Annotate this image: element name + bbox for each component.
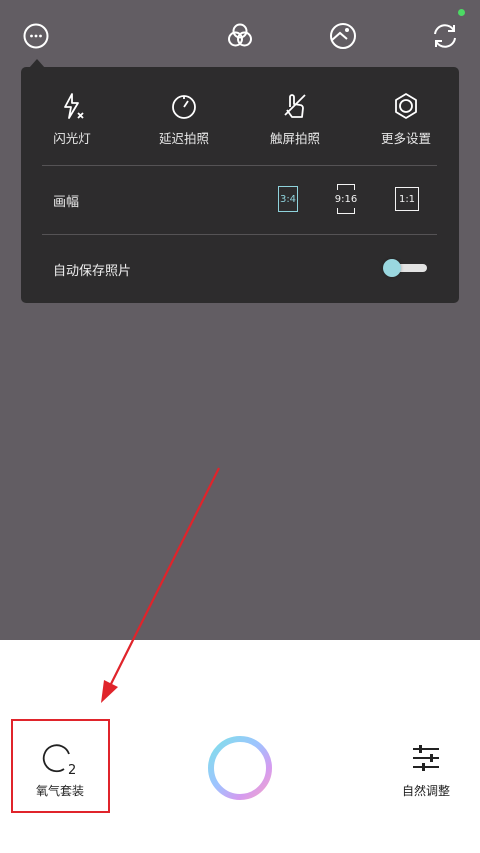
switch-camera-button[interactable]: [427, 18, 463, 54]
touch-shoot-label: 触屏拍照: [269, 131, 320, 146]
highlight-box: [11, 719, 110, 813]
timer-label: 延迟拍照: [158, 131, 209, 146]
settings-icon: [395, 93, 417, 119]
status-dot: [458, 9, 465, 16]
shutter-button[interactable]: [204, 732, 276, 804]
filter-icon: [228, 23, 252, 47]
more-settings-option[interactable]: 更多设置: [361, 91, 451, 147]
autosave-label: 自动保存照片: [53, 264, 132, 279]
divider: [42, 165, 437, 166]
switch-camera-icon: [434, 24, 456, 48]
filter-button[interactable]: [222, 18, 258, 54]
shutter-ring-icon: [208, 736, 272, 800]
adjust-icon: [330, 23, 356, 49]
settings-panel: 闪光灯 延迟拍照 触屏拍照 更多设置 画幅 3:4 9:16 1:1 自动保存照…: [21, 67, 459, 303]
adjust-button[interactable]: [325, 18, 361, 54]
divider: [42, 234, 437, 235]
touch-shoot-option[interactable]: 触屏拍照: [250, 91, 340, 147]
more-options-button[interactable]: [18, 18, 54, 54]
aspect-bracket-top: [337, 184, 355, 190]
aspect-9-16-label: 9:16: [334, 193, 358, 205]
natural-adjust-label: 自然调整: [401, 784, 450, 798]
aspect-bracket-bottom: [337, 208, 355, 214]
natural-adjust-button[interactable]: 自然调整: [386, 740, 466, 799]
toggle-knob: [383, 259, 401, 277]
sliders-icon: [413, 745, 439, 771]
aspect-1-1-button[interactable]: 1:1: [395, 187, 419, 211]
autosave-toggle[interactable]: [383, 259, 427, 277]
timer-option[interactable]: 延迟拍照: [139, 91, 229, 147]
aspect-3-4-button[interactable]: 3:4: [278, 186, 298, 212]
timer-icon: [172, 95, 196, 119]
aspect-label: 画幅: [53, 195, 80, 210]
flash-label: 闪光灯: [53, 131, 91, 146]
more-icon: [23, 23, 49, 49]
flash-off-icon: [64, 93, 84, 119]
touch-shoot-icon: [284, 94, 306, 118]
aspect-9-16-button[interactable]: 9:16: [335, 184, 357, 214]
more-settings-label: 更多设置: [380, 131, 431, 146]
flash-option[interactable]: 闪光灯: [27, 91, 117, 147]
